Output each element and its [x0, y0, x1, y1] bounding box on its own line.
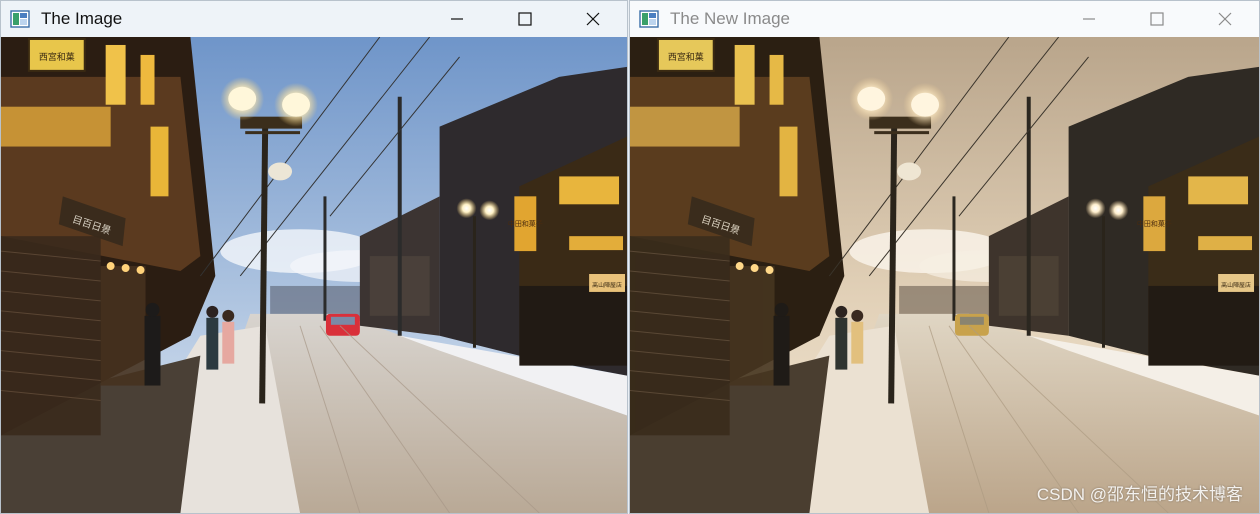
window-controls — [423, 1, 627, 37]
window-title: The New Image — [670, 9, 790, 28]
image-original: 西宮和菓 目百日景 中田和菓子 高山陣屋店 — [1, 37, 627, 513]
shop-sign-right-text: 中田和菓子 — [508, 219, 543, 228]
minimize-button[interactable] — [423, 1, 491, 37]
app-image-icon — [638, 9, 660, 29]
maximize-icon — [518, 12, 532, 26]
street-scene-processed: 西宮和菓 目百日景 中田和菓子 高山陣屋店 — [630, 37, 1259, 513]
close-button[interactable] — [559, 1, 627, 37]
window-controls — [1055, 1, 1259, 37]
shop-sign-small-text: 高山陣屋店 — [1221, 281, 1251, 289]
shop-sign-top-text: 西宮和菓 — [39, 51, 75, 63]
minimize-icon — [1083, 18, 1095, 20]
titlebar-original[interactable]: The Image — [1, 1, 627, 37]
window-title: The Image — [41, 9, 123, 28]
titlebar-processed[interactable]: The New Image — [630, 1, 1259, 37]
app-image-icon — [9, 9, 31, 29]
close-icon — [586, 12, 600, 26]
window-processed: The New Image 西宮和菓 目百日景 中田和菓子 高山陣屋店 CSDN… — [629, 0, 1260, 514]
maximize-button[interactable] — [1123, 1, 1191, 37]
close-button[interactable] — [1191, 1, 1259, 37]
desktop: The Image 西宮和菓 目百日景 中田和菓子 高山陣屋店 The New … — [0, 0, 1260, 514]
shop-sign-top-text: 西宮和菓 — [668, 51, 704, 63]
window-original: The Image 西宮和菓 目百日景 中田和菓子 高山陣屋店 — [0, 0, 628, 514]
image-processed: 西宮和菓 目百日景 中田和菓子 高山陣屋店 CSDN @邵东恒的技术博客 — [630, 37, 1259, 513]
maximize-button[interactable] — [491, 1, 559, 37]
shop-sign-right-text: 中田和菓子 — [1137, 219, 1172, 228]
street-scene-original: 西宮和菓 目百日景 中田和菓子 高山陣屋店 — [1, 37, 627, 513]
close-icon — [1218, 12, 1232, 26]
minimize-button[interactable] — [1055, 1, 1123, 37]
shop-sign-small-text: 高山陣屋店 — [592, 281, 622, 289]
watermark-text: CSDN @邵东恒的技术博客 — [1036, 485, 1243, 504]
minimize-icon — [451, 18, 463, 20]
maximize-icon — [1150, 12, 1164, 26]
